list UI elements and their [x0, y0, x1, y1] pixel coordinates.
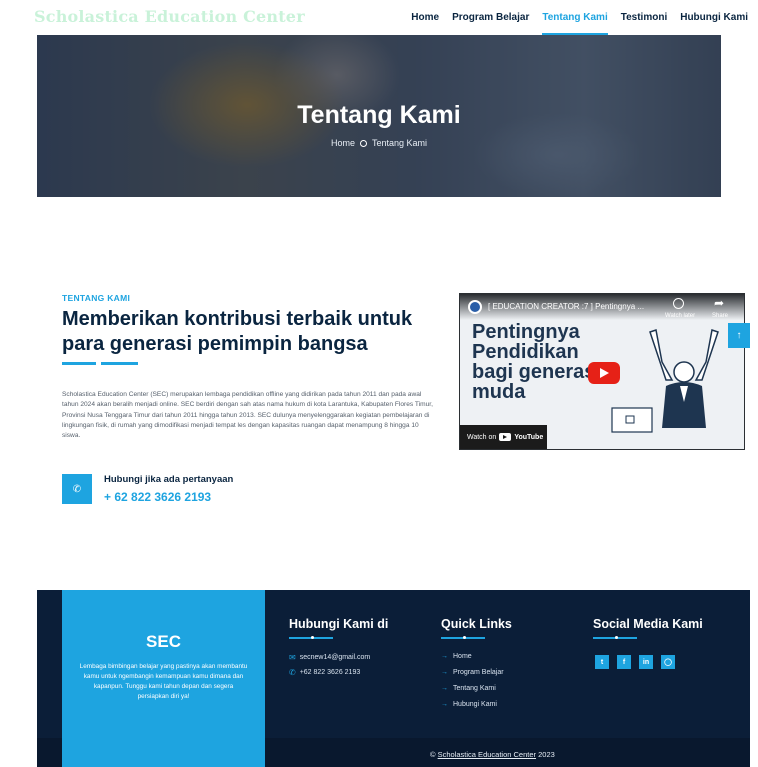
underline-dot [615, 636, 618, 639]
breadcrumb: Home Tentang Kami [37, 138, 721, 148]
brand-logo-text[interactable]: Scholastica Education Center [34, 7, 305, 26]
email-text[interactable]: secnew14@gmail.com [300, 654, 371, 661]
scroll-to-top-button[interactable]: ↑ [728, 323, 750, 348]
contact-heading: Hubungi Kami di [289, 617, 389, 631]
facebook-icon[interactable]: f [617, 655, 631, 669]
quick-link-label[interactable]: Tentang Kami [453, 685, 496, 692]
quick-link-label[interactable]: Hubungi Kami [453, 701, 497, 708]
channel-avatar[interactable] [468, 300, 482, 314]
copyright-brand-link[interactable]: Scholastica Education Center [438, 750, 536, 759]
watch-on-youtube-button[interactable]: Watch on YouTube [460, 425, 547, 449]
twitter-icon[interactable]: t [595, 655, 609, 669]
social-media-heading: Social Media Kami [593, 617, 703, 631]
quick-links-heading: Quick Links [441, 617, 512, 631]
quick-link-program-belajar[interactable]: → Program Belajar [441, 669, 504, 676]
phone-icon: ✆ [62, 474, 92, 504]
instagram-icon[interactable]: ◯ [661, 655, 675, 669]
contact-email[interactable]: ✉ secnew14@gmail.com [289, 653, 370, 662]
underline-dot [311, 636, 314, 639]
call-label: Hubungi jika ada pertanyaan [104, 474, 234, 485]
quick-link-hubungi-kami[interactable]: → Hubungi Kami [441, 701, 497, 708]
sec-description: Lembaga bimbingan belajar yang pastinya … [79, 663, 248, 700]
share-label[interactable]: Share [712, 313, 728, 319]
nav-item-hubungi-kami[interactable]: Hubungi Kami [680, 0, 748, 35]
phone-text[interactable]: +62 822 3626 2193 [300, 669, 361, 676]
copyright-symbol: © [430, 750, 436, 759]
nav-item-testimoni[interactable]: Testimoni [621, 0, 667, 35]
nav-item-tentang-kami[interactable]: Tentang Kami [542, 0, 609, 35]
page-title: Tentang Kami [297, 101, 461, 129]
play-button[interactable] [588, 362, 620, 384]
about-description: Scholastica Education Center (SEC) merup… [62, 391, 433, 440]
share-icon[interactable]: ➦ [714, 296, 724, 310]
underline-dot [463, 636, 466, 639]
contact-phone[interactable]: ✆ +62 822 3626 2193 [289, 668, 360, 677]
accent-divider-2 [101, 362, 138, 365]
quick-link-home[interactable]: → Home [441, 653, 472, 660]
arrow-right-icon: → [441, 669, 448, 676]
arrow-up-icon: ↑ [736, 330, 742, 341]
video-title[interactable]: [ EDUCATION CREATOR :7 ] Pentingnya ... [488, 302, 668, 311]
youtube-video-embed[interactable]: [ EDUCATION CREATOR :7 ] Pentingnya ... … [459, 293, 745, 450]
hero-banner: Tentang Kami Home Tentang Kami [37, 35, 721, 197]
arrow-right-icon: → [441, 701, 448, 708]
copyright-year: 2023 [538, 750, 555, 759]
watch-later-label[interactable]: Watch later [665, 313, 695, 319]
watch-on-label: Watch on [467, 433, 497, 441]
call-number[interactable]: + 62 822 3626 2193 [104, 490, 211, 504]
breadcrumb-home[interactable]: Home [331, 138, 355, 148]
copyright-text: © Scholastica Education Center 2023 [430, 750, 555, 759]
quick-link-tentang-kami[interactable]: → Tentang Kami [441, 685, 496, 692]
about-headline: Memberikan kontribusi terbaik untuk para… [62, 308, 413, 355]
circle-separator-icon [359, 140, 367, 147]
section-eyebrow: TENTANG KAMI [62, 293, 131, 303]
nav-item-home[interactable]: Home [411, 0, 439, 35]
arrow-right-icon: → [441, 685, 448, 692]
nav-menu: Home Program Belajar Tentang Kami Testim… [411, 0, 748, 35]
arrow-right-icon: → [441, 653, 448, 660]
navbar: Scholastica Education Center Home Progra… [0, 0, 758, 35]
clock-icon[interactable] [673, 298, 684, 309]
sec-title: SEC [146, 632, 181, 651]
quick-link-label[interactable]: Home [453, 653, 472, 660]
youtube-play-icon [499, 433, 512, 441]
breadcrumb-current: Tentang Kami [371, 138, 428, 148]
nav-item-program-belajar[interactable]: Program Belajar [452, 0, 529, 35]
envelope-icon: ✉ [289, 653, 296, 662]
linkedin-icon[interactable]: in [639, 655, 653, 669]
youtube-wordmark: YouTube [514, 433, 544, 441]
laptop-illustration [611, 407, 653, 433]
quick-link-label[interactable]: Program Belajar [453, 669, 504, 676]
phone-small-icon: ✆ [289, 668, 296, 677]
accent-divider-1 [62, 362, 96, 365]
